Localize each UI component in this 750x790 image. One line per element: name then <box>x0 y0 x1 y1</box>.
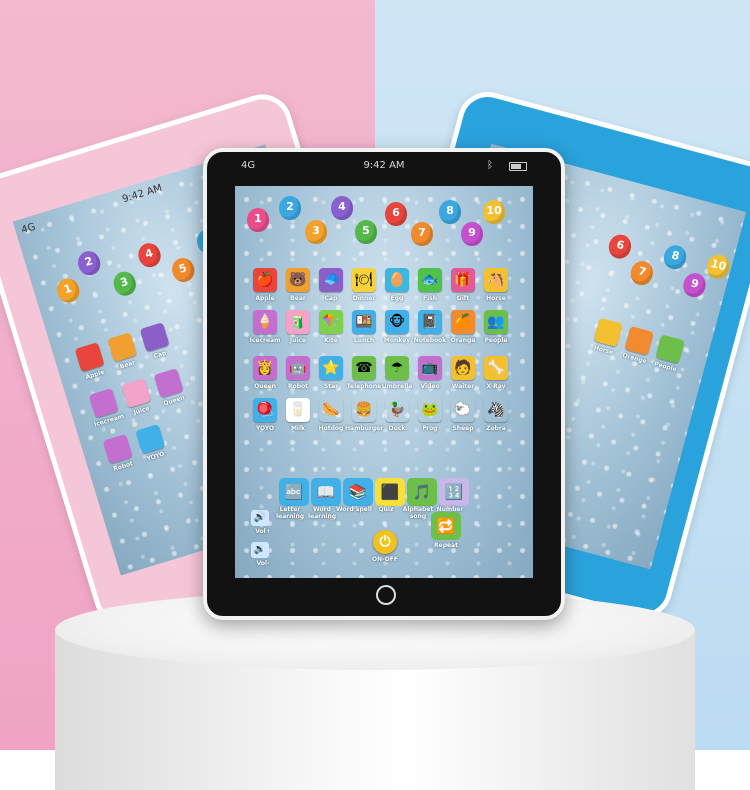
number-song-button[interactable]: 🔢 <box>439 478 469 506</box>
repeat-label: Repeat <box>434 542 458 549</box>
number-balloon-10[interactable]: 10 <box>483 200 505 224</box>
frog-icon[interactable]: 🐸 <box>418 398 442 422</box>
waiter-icon[interactable]: 🧑 <box>451 356 475 380</box>
hamburger-icon[interactable]: 🍔 <box>352 398 376 422</box>
star-icon[interactable]: ⭐ <box>319 356 343 380</box>
number-balloon-2[interactable]: 2 <box>279 196 301 220</box>
number-balloon-1[interactable]: 1 <box>247 208 269 232</box>
word-label: X-Ray <box>486 383 506 390</box>
cap-icon[interactable]: 🧢 <box>319 268 343 292</box>
letter-learning-button[interactable]: 🔤 <box>279 478 309 506</box>
xray-icon[interactable]: 🦴 <box>484 356 508 380</box>
umbrella-icon[interactable]: ☂ <box>385 356 409 380</box>
word-spell-button[interactable]: 📚 <box>343 478 373 506</box>
volume-down-label: Vol- <box>256 560 270 567</box>
number-balloon-4[interactable]: 4 <box>331 196 353 220</box>
kite-icon[interactable]: 🪁 <box>319 310 343 334</box>
repeat-button[interactable]: 🔁 <box>431 512 461 540</box>
milk-icon[interactable]: 🥛 <box>286 398 310 422</box>
egg-icon[interactable]: 🥚 <box>385 268 409 292</box>
word-label: People <box>484 337 508 344</box>
dinner-icon[interactable]: 🍽 <box>352 268 376 292</box>
people-icon[interactable]: 👥 <box>484 310 508 334</box>
main-tablet: 1 2 3 4 5 6 7 8 9 10 🍎 Apple 🐻 Bear 🧢 Cap 🍽 Dinner 🥚 Egg 🐟 F… <box>203 148 565 620</box>
orange-icon[interactable]: 🍊 <box>451 310 475 334</box>
horse-icon[interactable]: 🐴 <box>484 268 508 292</box>
icecream-icon[interactable]: 🍦 <box>253 310 277 334</box>
home-button[interactable] <box>376 585 396 605</box>
number-balloon-8[interactable]: 8 <box>439 200 461 224</box>
duck-icon[interactable]: 🦆 <box>385 398 409 422</box>
word-learning-button[interactable]: 📖 <box>311 478 341 506</box>
robot-icon[interactable]: 🤖 <box>286 356 310 380</box>
power-button[interactable]: ⏻ <box>373 530 397 554</box>
notebook-icon[interactable]: 📓 <box>418 310 442 334</box>
main-tablet-screen: 1 2 3 4 5 6 7 8 9 10 🍎 Apple 🐻 Bear 🧢 Cap 🍽 Dinner 🥚 Egg 🐟 F… <box>235 186 533 578</box>
juice-icon[interactable]: 🧃 <box>286 310 310 334</box>
bear-icon[interactable]: 🐻 <box>286 268 310 292</box>
white-pedestal <box>55 590 695 790</box>
monkey-icon[interactable]: 🐵 <box>385 310 409 334</box>
number-balloon-3[interactable]: 3 <box>305 220 327 244</box>
video-icon[interactable]: 📺 <box>418 356 442 380</box>
sheep-icon[interactable]: 🐑 <box>451 398 475 422</box>
gift-icon[interactable]: 🎁 <box>451 268 475 292</box>
quiz-button[interactable]: ⬛ <box>375 478 405 506</box>
power-label: ON-OFF <box>372 556 398 563</box>
main-status-bar: 4G 9:42 AM ᛒ <box>235 158 533 176</box>
yoyo-icon[interactable]: 🪀 <box>253 398 277 422</box>
hotdog-icon[interactable]: 🌭 <box>319 398 343 422</box>
apple-icon[interactable]: 🍎 <box>253 268 277 292</box>
telephone-icon[interactable]: ☎ <box>352 356 376 380</box>
volume-up-label: Vol+ <box>255 528 271 535</box>
number-balloon-5[interactable]: 5 <box>355 220 377 244</box>
number-balloon-7[interactable]: 7 <box>411 222 433 246</box>
number-balloon-6[interactable]: 6 <box>385 202 407 226</box>
volume-down-button[interactable]: 🔉 <box>251 542 269 558</box>
word-label: Horse <box>486 295 506 302</box>
bluetooth-icon: ᛒ <box>487 160 493 171</box>
queen-icon[interactable]: 👸 <box>253 356 277 380</box>
lunch-icon[interactable]: 🍱 <box>352 310 376 334</box>
number-balloon-9[interactable]: 9 <box>461 222 483 246</box>
volume-up-button[interactable]: 🔊 <box>251 510 269 526</box>
word-label: Zebra <box>486 425 506 432</box>
fish-icon[interactable]: 🐟 <box>418 268 442 292</box>
alphabet-song-button[interactable]: 🎵 <box>407 478 437 506</box>
zebra-icon[interactable]: 🦓 <box>484 398 508 422</box>
battery-icon <box>509 162 527 171</box>
